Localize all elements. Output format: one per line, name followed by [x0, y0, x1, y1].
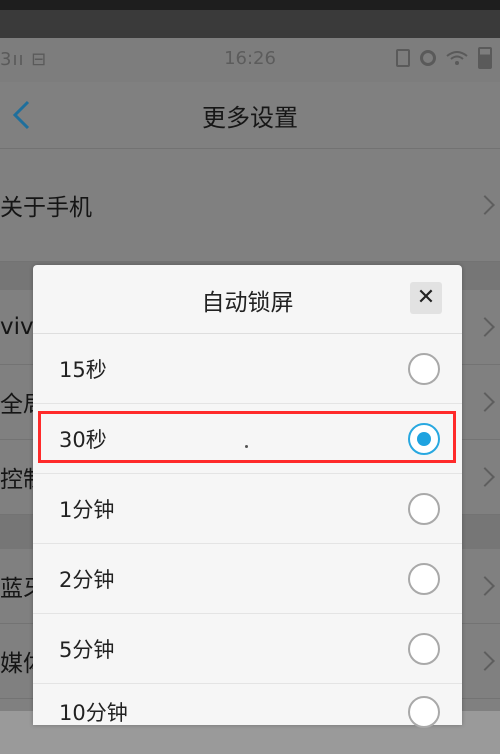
- dialog-title: 自动锁屏: [201, 290, 294, 316]
- top-bar: [0, 10, 500, 38]
- auto-lock-dialog: 自动锁屏 ✕ 15秒 30秒 1分钟 2分钟 5分钟 10分钟: [33, 265, 462, 728]
- page-header: 更多设置: [0, 82, 500, 149]
- radio-button[interactable]: [408, 352, 440, 385]
- option-15s[interactable]: 15秒: [33, 334, 462, 404]
- settings-row-about-phone[interactable]: 关于手机: [0, 149, 500, 262]
- option-label: 15秒: [59, 357, 107, 382]
- option-2min[interactable]: 2分钟: [33, 544, 462, 614]
- alarm-icon: [420, 50, 436, 66]
- highlight-box: [38, 411, 456, 463]
- option-label: 5分钟: [59, 637, 115, 662]
- chevron-right-icon: [475, 392, 495, 412]
- cursor-dot: [245, 445, 248, 448]
- radio-button[interactable]: [408, 696, 440, 728]
- option-1min[interactable]: 1分钟: [33, 474, 462, 544]
- close-button[interactable]: ✕: [410, 282, 442, 314]
- wifi-icon: [446, 51, 468, 65]
- status-icons: [396, 47, 492, 69]
- chevron-right-icon: [475, 651, 495, 671]
- option-label: 1分钟: [59, 497, 115, 522]
- system-status-bar: 3ıı ⊟ 16:26: [0, 38, 500, 82]
- chevron-right-icon: [475, 576, 495, 596]
- battery-icon: [478, 47, 492, 69]
- radio-button[interactable]: [408, 492, 440, 525]
- chevron-right-icon: [475, 317, 495, 337]
- chevron-right-icon: [475, 467, 495, 487]
- option-label: 2分钟: [59, 567, 115, 592]
- vibrate-icon: [396, 49, 410, 67]
- option-label: 10分钟: [59, 701, 128, 725]
- option-5min[interactable]: 5分钟: [33, 614, 462, 684]
- chevron-right-icon: [475, 195, 495, 215]
- radio-button[interactable]: [408, 562, 440, 595]
- row-label: viv: [0, 314, 34, 340]
- row-label: 关于手机: [0, 195, 92, 221]
- option-10min[interactable]: 10分钟: [33, 684, 462, 754]
- top-bezel: [0, 0, 500, 10]
- radio-button[interactable]: [408, 632, 440, 665]
- page-title: 更多设置: [202, 104, 298, 132]
